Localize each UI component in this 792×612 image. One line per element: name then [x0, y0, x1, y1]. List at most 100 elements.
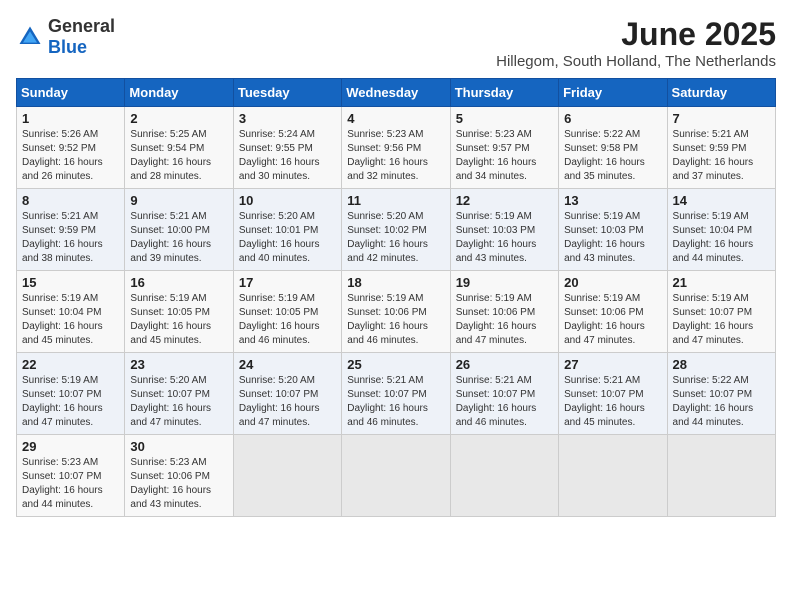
header-thursday: Thursday: [450, 79, 558, 107]
calendar-cell: 16 Sunrise: 5:19 AMSunset: 10:05 PMDayli…: [125, 271, 233, 353]
calendar-cell: [559, 435, 667, 517]
calendar-cell: 21 Sunrise: 5:19 AMSunset: 10:07 PMDayli…: [667, 271, 775, 353]
logo-blue: Blue: [48, 37, 87, 57]
day-number: 2: [130, 111, 227, 126]
day-info: Sunrise: 5:22 AMSunset: 10:07 PMDaylight…: [673, 375, 754, 428]
logo-icon: [16, 23, 44, 51]
day-number: 30: [130, 439, 227, 454]
calendar-week-row: 8 Sunrise: 5:21 AMSunset: 9:59 PMDayligh…: [17, 189, 776, 271]
day-number: 26: [456, 357, 553, 372]
calendar-cell: 12 Sunrise: 5:19 AMSunset: 10:03 PMDayli…: [450, 189, 558, 271]
calendar-cell: 19 Sunrise: 5:19 AMSunset: 10:06 PMDayli…: [450, 271, 558, 353]
calendar-cell: 3 Sunrise: 5:24 AMSunset: 9:55 PMDayligh…: [233, 107, 341, 189]
calendar-cell: [667, 435, 775, 517]
calendar-cell: [342, 435, 450, 517]
day-number: 25: [347, 357, 444, 372]
day-info: Sunrise: 5:19 AMSunset: 10:06 PMDaylight…: [456, 293, 537, 346]
calendar-cell: 2 Sunrise: 5:25 AMSunset: 9:54 PMDayligh…: [125, 107, 233, 189]
day-info: Sunrise: 5:21 AMSunset: 10:07 PMDaylight…: [347, 375, 428, 428]
day-number: 4: [347, 111, 444, 126]
logo-text: General Blue: [48, 16, 115, 58]
day-info: Sunrise: 5:26 AMSunset: 9:52 PMDaylight:…: [22, 129, 103, 182]
calendar-cell: 17 Sunrise: 5:19 AMSunset: 10:05 PMDayli…: [233, 271, 341, 353]
day-info: Sunrise: 5:19 AMSunset: 10:05 PMDaylight…: [130, 293, 211, 346]
day-number: 24: [239, 357, 336, 372]
day-number: 17: [239, 275, 336, 290]
day-info: Sunrise: 5:20 AMSunset: 10:02 PMDaylight…: [347, 211, 428, 264]
calendar-cell: 14 Sunrise: 5:19 AMSunset: 10:04 PMDayli…: [667, 189, 775, 271]
day-number: 1: [22, 111, 119, 126]
header-sunday: Sunday: [17, 79, 125, 107]
day-info: Sunrise: 5:19 AMSunset: 10:06 PMDaylight…: [564, 293, 645, 346]
day-info: Sunrise: 5:19 AMSunset: 10:07 PMDaylight…: [673, 293, 754, 346]
day-info: Sunrise: 5:25 AMSunset: 9:54 PMDaylight:…: [130, 129, 211, 182]
day-info: Sunrise: 5:23 AMSunset: 10:07 PMDaylight…: [22, 457, 103, 510]
calendar-cell: 20 Sunrise: 5:19 AMSunset: 10:06 PMDayli…: [559, 271, 667, 353]
calendar-cell: [450, 435, 558, 517]
calendar-cell: 9 Sunrise: 5:21 AMSunset: 10:00 PMDaylig…: [125, 189, 233, 271]
calendar-cell: 25 Sunrise: 5:21 AMSunset: 10:07 PMDayli…: [342, 353, 450, 435]
day-info: Sunrise: 5:19 AMSunset: 10:07 PMDaylight…: [22, 375, 103, 428]
day-info: Sunrise: 5:20 AMSunset: 10:07 PMDaylight…: [130, 375, 211, 428]
day-number: 14: [673, 193, 770, 208]
day-number: 6: [564, 111, 661, 126]
day-number: 5: [456, 111, 553, 126]
day-number: 21: [673, 275, 770, 290]
calendar-week-row: 1 Sunrise: 5:26 AMSunset: 9:52 PMDayligh…: [17, 107, 776, 189]
day-number: 28: [673, 357, 770, 372]
day-info: Sunrise: 5:22 AMSunset: 9:58 PMDaylight:…: [564, 129, 645, 182]
day-info: Sunrise: 5:21 AMSunset: 9:59 PMDaylight:…: [673, 129, 754, 182]
day-number: 15: [22, 275, 119, 290]
calendar-cell: 7 Sunrise: 5:21 AMSunset: 9:59 PMDayligh…: [667, 107, 775, 189]
day-info: Sunrise: 5:19 AMSunset: 10:05 PMDaylight…: [239, 293, 320, 346]
day-info: Sunrise: 5:21 AMSunset: 10:00 PMDaylight…: [130, 211, 211, 264]
month-title: June 2025: [496, 16, 776, 53]
day-number: 12: [456, 193, 553, 208]
calendar-week-row: 29 Sunrise: 5:23 AMSunset: 10:07 PMDayli…: [17, 435, 776, 517]
day-number: 22: [22, 357, 119, 372]
day-number: 16: [130, 275, 227, 290]
day-info: Sunrise: 5:21 AMSunset: 9:59 PMDaylight:…: [22, 211, 103, 264]
page-header: General Blue June 2025 Hillegom, South H…: [16, 16, 776, 70]
day-info: Sunrise: 5:19 AMSunset: 10:06 PMDaylight…: [347, 293, 428, 346]
calendar-cell: 1 Sunrise: 5:26 AMSunset: 9:52 PMDayligh…: [17, 107, 125, 189]
day-number: 27: [564, 357, 661, 372]
day-info: Sunrise: 5:23 AMSunset: 10:06 PMDaylight…: [130, 457, 211, 510]
day-number: 10: [239, 193, 336, 208]
calendar-cell: 18 Sunrise: 5:19 AMSunset: 10:06 PMDayli…: [342, 271, 450, 353]
day-number: 29: [22, 439, 119, 454]
header-wednesday: Wednesday: [342, 79, 450, 107]
calendar-cell: 24 Sunrise: 5:20 AMSunset: 10:07 PMDayli…: [233, 353, 341, 435]
day-info: Sunrise: 5:21 AMSunset: 10:07 PMDaylight…: [456, 375, 537, 428]
day-number: 20: [564, 275, 661, 290]
calendar-cell: 5 Sunrise: 5:23 AMSunset: 9:57 PMDayligh…: [450, 107, 558, 189]
calendar-cell: 26 Sunrise: 5:21 AMSunset: 10:07 PMDayli…: [450, 353, 558, 435]
calendar-cell: [233, 435, 341, 517]
day-info: Sunrise: 5:19 AMSunset: 10:04 PMDaylight…: [22, 293, 103, 346]
day-number: 13: [564, 193, 661, 208]
header-saturday: Saturday: [667, 79, 775, 107]
location-title: Hillegom, South Holland, The Netherlands: [496, 53, 776, 70]
calendar-cell: 22 Sunrise: 5:19 AMSunset: 10:07 PMDayli…: [17, 353, 125, 435]
day-info: Sunrise: 5:20 AMSunset: 10:01 PMDaylight…: [239, 211, 320, 264]
calendar-cell: 15 Sunrise: 5:19 AMSunset: 10:04 PMDayli…: [17, 271, 125, 353]
day-number: 23: [130, 357, 227, 372]
day-info: Sunrise: 5:23 AMSunset: 9:56 PMDaylight:…: [347, 129, 428, 182]
day-number: 18: [347, 275, 444, 290]
logo-general: General: [48, 16, 115, 36]
header-tuesday: Tuesday: [233, 79, 341, 107]
calendar-cell: 29 Sunrise: 5:23 AMSunset: 10:07 PMDayli…: [17, 435, 125, 517]
logo: General Blue: [16, 16, 115, 58]
day-number: 19: [456, 275, 553, 290]
calendar-cell: 23 Sunrise: 5:20 AMSunset: 10:07 PMDayli…: [125, 353, 233, 435]
day-info: Sunrise: 5:19 AMSunset: 10:03 PMDaylight…: [564, 211, 645, 264]
day-info: Sunrise: 5:24 AMSunset: 9:55 PMDaylight:…: [239, 129, 320, 182]
calendar-cell: 28 Sunrise: 5:22 AMSunset: 10:07 PMDayli…: [667, 353, 775, 435]
calendar-cell: 4 Sunrise: 5:23 AMSunset: 9:56 PMDayligh…: [342, 107, 450, 189]
day-number: 7: [673, 111, 770, 126]
calendar-cell: 10 Sunrise: 5:20 AMSunset: 10:01 PMDayli…: [233, 189, 341, 271]
calendar-cell: 11 Sunrise: 5:20 AMSunset: 10:02 PMDayli…: [342, 189, 450, 271]
day-number: 11: [347, 193, 444, 208]
day-info: Sunrise: 5:19 AMSunset: 10:04 PMDaylight…: [673, 211, 754, 264]
calendar-week-row: 15 Sunrise: 5:19 AMSunset: 10:04 PMDayli…: [17, 271, 776, 353]
